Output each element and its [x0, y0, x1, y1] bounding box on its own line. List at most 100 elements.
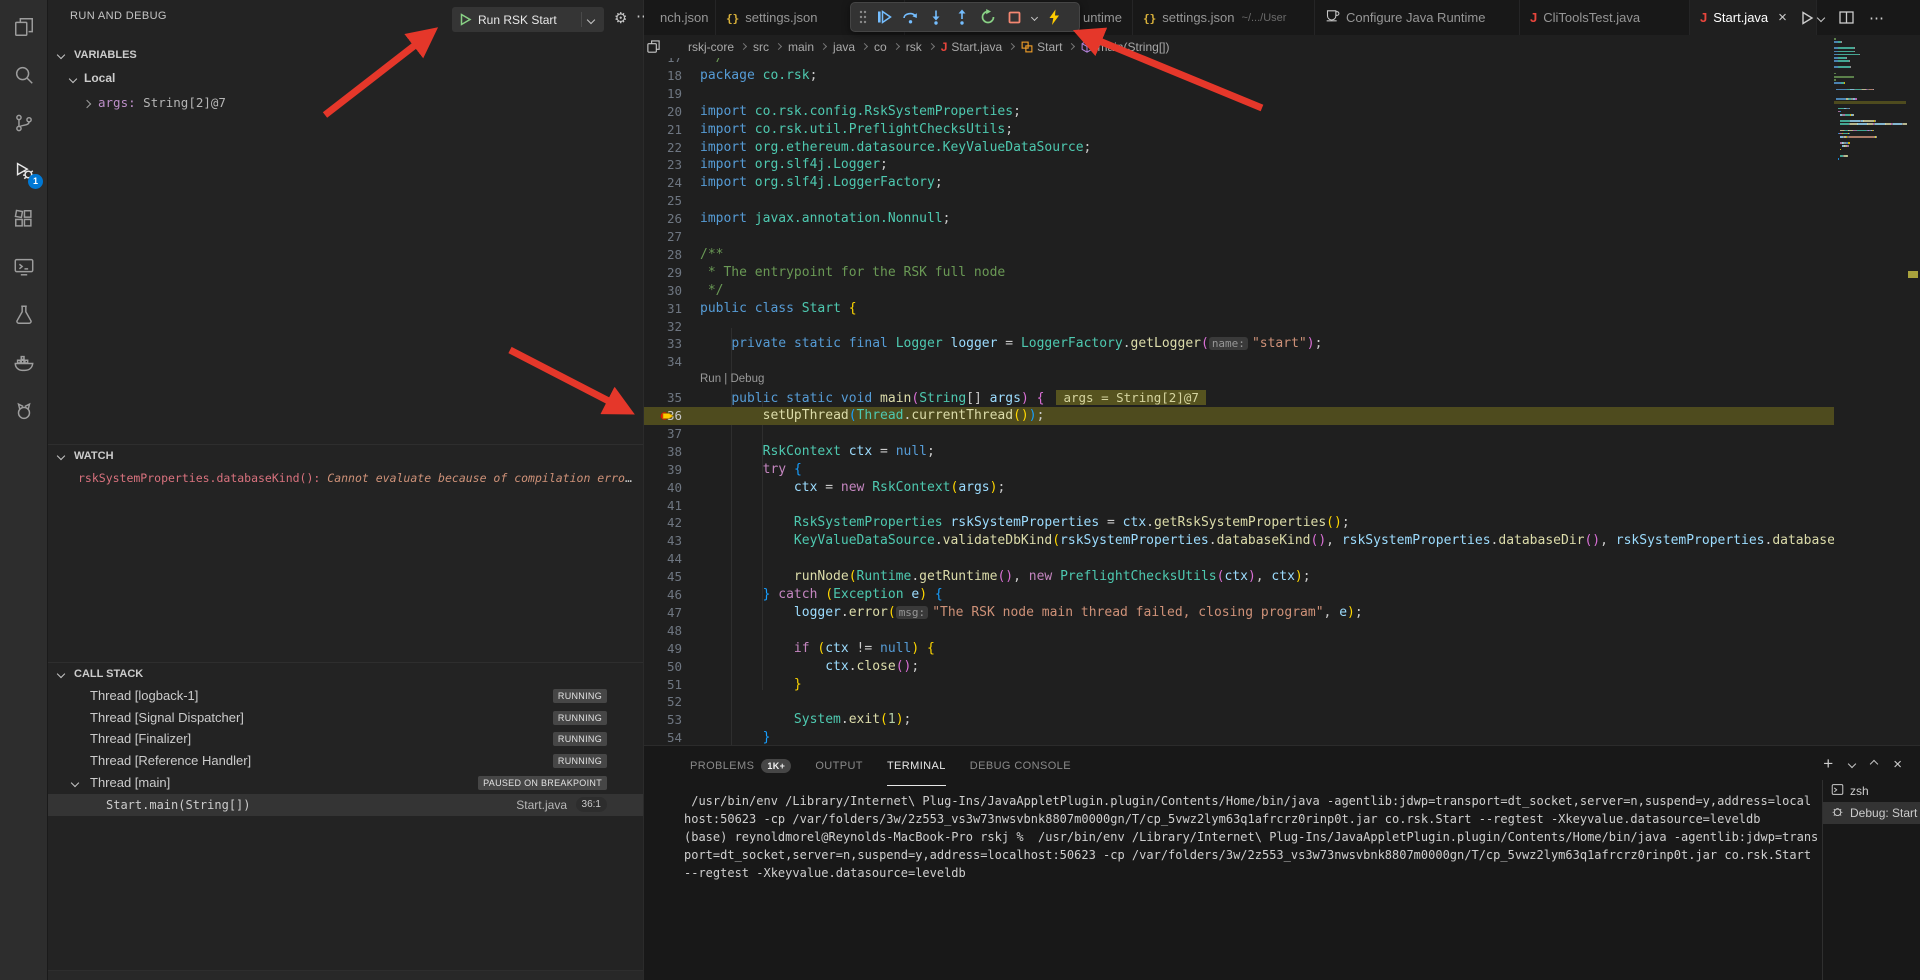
breadcrumb-item-start[interactable]: Start: [1021, 40, 1062, 54]
code-line-49[interactable]: 49 if (ctx != null) {: [644, 640, 1834, 658]
code-line-30[interactable]: 30 */: [644, 282, 1834, 300]
remote-explorer-icon[interactable]: [13, 256, 37, 280]
terminal-dropdown-chevron-icon[interactable]: [1849, 761, 1855, 767]
code-line-19[interactable]: 19: [644, 85, 1834, 103]
code-line-31[interactable]: 31public class Start {: [644, 300, 1834, 318]
stop-dropdown-chevron[interactable]: [1027, 4, 1041, 30]
hot-code-replace-button[interactable]: [1041, 4, 1067, 30]
code-line-22[interactable]: 22import org.ethereum.datasource.KeyValu…: [644, 139, 1834, 157]
breadcrumb-item-src[interactable]: src: [753, 40, 769, 54]
stop-button[interactable]: [1001, 4, 1027, 30]
explorer-icon[interactable]: [13, 16, 37, 40]
code-line-47[interactable]: 47 logger.error(msg:"The RSK node main t…: [644, 604, 1834, 622]
variables-scope-local[interactable]: Local: [70, 71, 115, 85]
code-line-27[interactable]: 27: [644, 228, 1834, 246]
panel-tab-output[interactable]: OUTPUT: [815, 746, 863, 786]
run-config-dropdown[interactable]: Run RSK Start: [452, 7, 604, 32]
variables-section-header[interactable]: VARIABLES: [48, 46, 643, 66]
current-execution-pointer-icon[interactable]: [660, 409, 676, 425]
code-line-37[interactable]: 37: [644, 425, 1834, 443]
variable-args-row[interactable]: args: String[2]@7: [84, 95, 226, 110]
step-into-button[interactable]: [923, 4, 949, 30]
code-line-35[interactable]: 35 public static void main(String[] args…: [644, 389, 1834, 407]
code-line-54[interactable]: 54 }: [644, 729, 1834, 745]
code-line-48[interactable]: 48: [644, 622, 1834, 640]
terminal-list-item-debug-start[interactable]: Debug: Start: [1823, 802, 1920, 824]
watch-section-header[interactable]: WATCH: [48, 447, 643, 467]
code-line-45[interactable]: 45 runNode(Runtime.getRuntime(), new Pre…: [644, 568, 1834, 586]
step-out-button[interactable]: [949, 4, 975, 30]
call-stack-thread-row[interactable]: Thread [Reference Handler]RUNNING: [48, 750, 643, 772]
breadcrumb-item-co[interactable]: co: [874, 40, 887, 54]
terminal-list-item-zsh[interactable]: zsh: [1823, 780, 1920, 802]
codelens-run-debug[interactable]: Run | Debug: [700, 371, 764, 388]
code-line-34[interactable]: 34: [644, 353, 1834, 371]
code-line-51[interactable]: 51 }: [644, 676, 1834, 694]
run-dropdown-chevron-icon[interactable]: [587, 15, 595, 23]
breadcrumb-item-java[interactable]: java: [833, 40, 855, 54]
code-line-52[interactable]: 52: [644, 693, 1834, 711]
code-line-50[interactable]: 50 ctx.close();: [644, 658, 1834, 676]
new-terminal-icon[interactable]: +: [1823, 754, 1833, 774]
breadcrumb-item-main[interactable]: main: [788, 40, 814, 54]
pages-icon[interactable]: [646, 39, 661, 59]
step-over-button[interactable]: [897, 4, 923, 30]
split-editor-icon[interactable]: [1839, 11, 1854, 24]
panel-tab-debug-console[interactable]: DEBUG CONSOLE: [970, 746, 1071, 786]
code-line-38[interactable]: 38 RskContext ctx = null;: [644, 443, 1834, 461]
minimap[interactable]: [1834, 38, 1906, 178]
close-icon[interactable]: ×: [1778, 9, 1787, 26]
code-line-25[interactable]: 25: [644, 192, 1834, 210]
tab-settings-json[interactable]: {}settings.json~/.../User: [1133, 0, 1315, 35]
code-line-40[interactable]: 40 ctx = new RskContext(args);: [644, 479, 1834, 497]
restart-button[interactable]: [975, 4, 1001, 30]
maximize-panel-icon[interactable]: [1871, 761, 1877, 767]
code-line-24[interactable]: 24import org.slf4j.LoggerFactory;: [644, 174, 1834, 192]
gear-icon[interactable]: ⚙: [614, 9, 627, 27]
testing-icon[interactable]: [13, 304, 37, 328]
tab-nch-json[interactable]: nch.json: [644, 0, 716, 35]
call-stack-thread-row[interactable]: Thread [logback-1]RUNNING: [48, 685, 643, 707]
code-line-23[interactable]: 23import org.slf4j.Logger;: [644, 156, 1834, 174]
code-line-21[interactable]: 21import co.rsk.util.PreflightChecksUtil…: [644, 121, 1834, 139]
close-panel-icon[interactable]: ×: [1893, 756, 1902, 773]
call-stack-thread-row[interactable]: Thread [Signal Dispatcher]RUNNING: [48, 707, 643, 729]
watch-expression-row[interactable]: rskSystemProperties.databaseKind(): Cann…: [78, 471, 634, 485]
call-stack-section-header[interactable]: CALL STACK: [48, 665, 643, 685]
run-file-button[interactable]: [1800, 11, 1824, 25]
extensions-icon[interactable]: [13, 208, 37, 232]
call-stack-thread-row[interactable]: Thread [Finalizer]RUNNING: [48, 728, 643, 750]
terminal-output[interactable]: /usr/bin/env /Library/Internet\ Plug-Ins…: [684, 792, 1818, 882]
code-editor[interactable]: 17 */18package co.rsk;1920import co.rsk.…: [644, 58, 1920, 745]
code-line-44[interactable]: 44: [644, 550, 1834, 568]
code-line-42[interactable]: 42 RskSystemProperties rskSystemProperti…: [644, 514, 1834, 532]
code-line-17[interactable]: 17 */: [644, 58, 1834, 67]
code-line-53[interactable]: 53 System.exit(1);: [644, 711, 1834, 729]
code-line-28[interactable]: 28/**: [644, 246, 1834, 264]
run-and-debug-icon[interactable]: 1: [13, 160, 37, 184]
panel-tab-problems[interactable]: PROBLEMS1K+: [690, 746, 791, 786]
breadcrumb-item-rsk[interactable]: rsk: [906, 40, 922, 54]
breadcrumb-item-main-string-[interactable]: main(String[]): [1081, 40, 1169, 54]
code-line-32[interactable]: 32: [644, 318, 1834, 336]
editor-more-actions-icon[interactable]: ⋯: [1869, 9, 1884, 27]
code-line-39[interactable]: 39 try {: [644, 461, 1834, 479]
search-icon[interactable]: [13, 64, 37, 88]
code-line-18[interactable]: 18package co.rsk;: [644, 67, 1834, 85]
breadcrumb-item-start-java[interactable]: JStart.java: [941, 40, 1002, 54]
code-line-36[interactable]: 36 setUpThread(Thread.currentThread());: [644, 407, 1834, 425]
call-stack-frame-row[interactable]: Start.main(String[])Start.java36:1: [48, 794, 643, 816]
code-line-29[interactable]: 29 * The entrypoint for the RSK full nod…: [644, 264, 1834, 282]
code-line-33[interactable]: 33 private static final Logger logger = …: [644, 335, 1834, 353]
pet-icon[interactable]: [13, 400, 37, 424]
code-line-46[interactable]: 46 } catch (Exception e) {: [644, 586, 1834, 604]
tab-start-java[interactable]: JStart.java×: [1690, 0, 1817, 35]
tab-configure-java-runtime[interactable]: Configure Java Runtime: [1315, 0, 1520, 35]
source-control-icon[interactable]: [13, 112, 37, 136]
call-stack-thread-row[interactable]: Thread [main]PAUSED ON BREAKPOINT: [48, 772, 643, 794]
breadcrumb-item-rskj-core[interactable]: rskj-core: [688, 40, 734, 54]
code-line-26[interactable]: 26import javax.annotation.Nonnull;: [644, 210, 1834, 228]
code-line-43[interactable]: 43 KeyValueDataSource.validateDbKind(rsk…: [644, 532, 1834, 550]
code-line-20[interactable]: 20import co.rsk.config.RskSystemProperti…: [644, 103, 1834, 121]
panel-tab-terminal[interactable]: TERMINAL: [887, 746, 946, 786]
